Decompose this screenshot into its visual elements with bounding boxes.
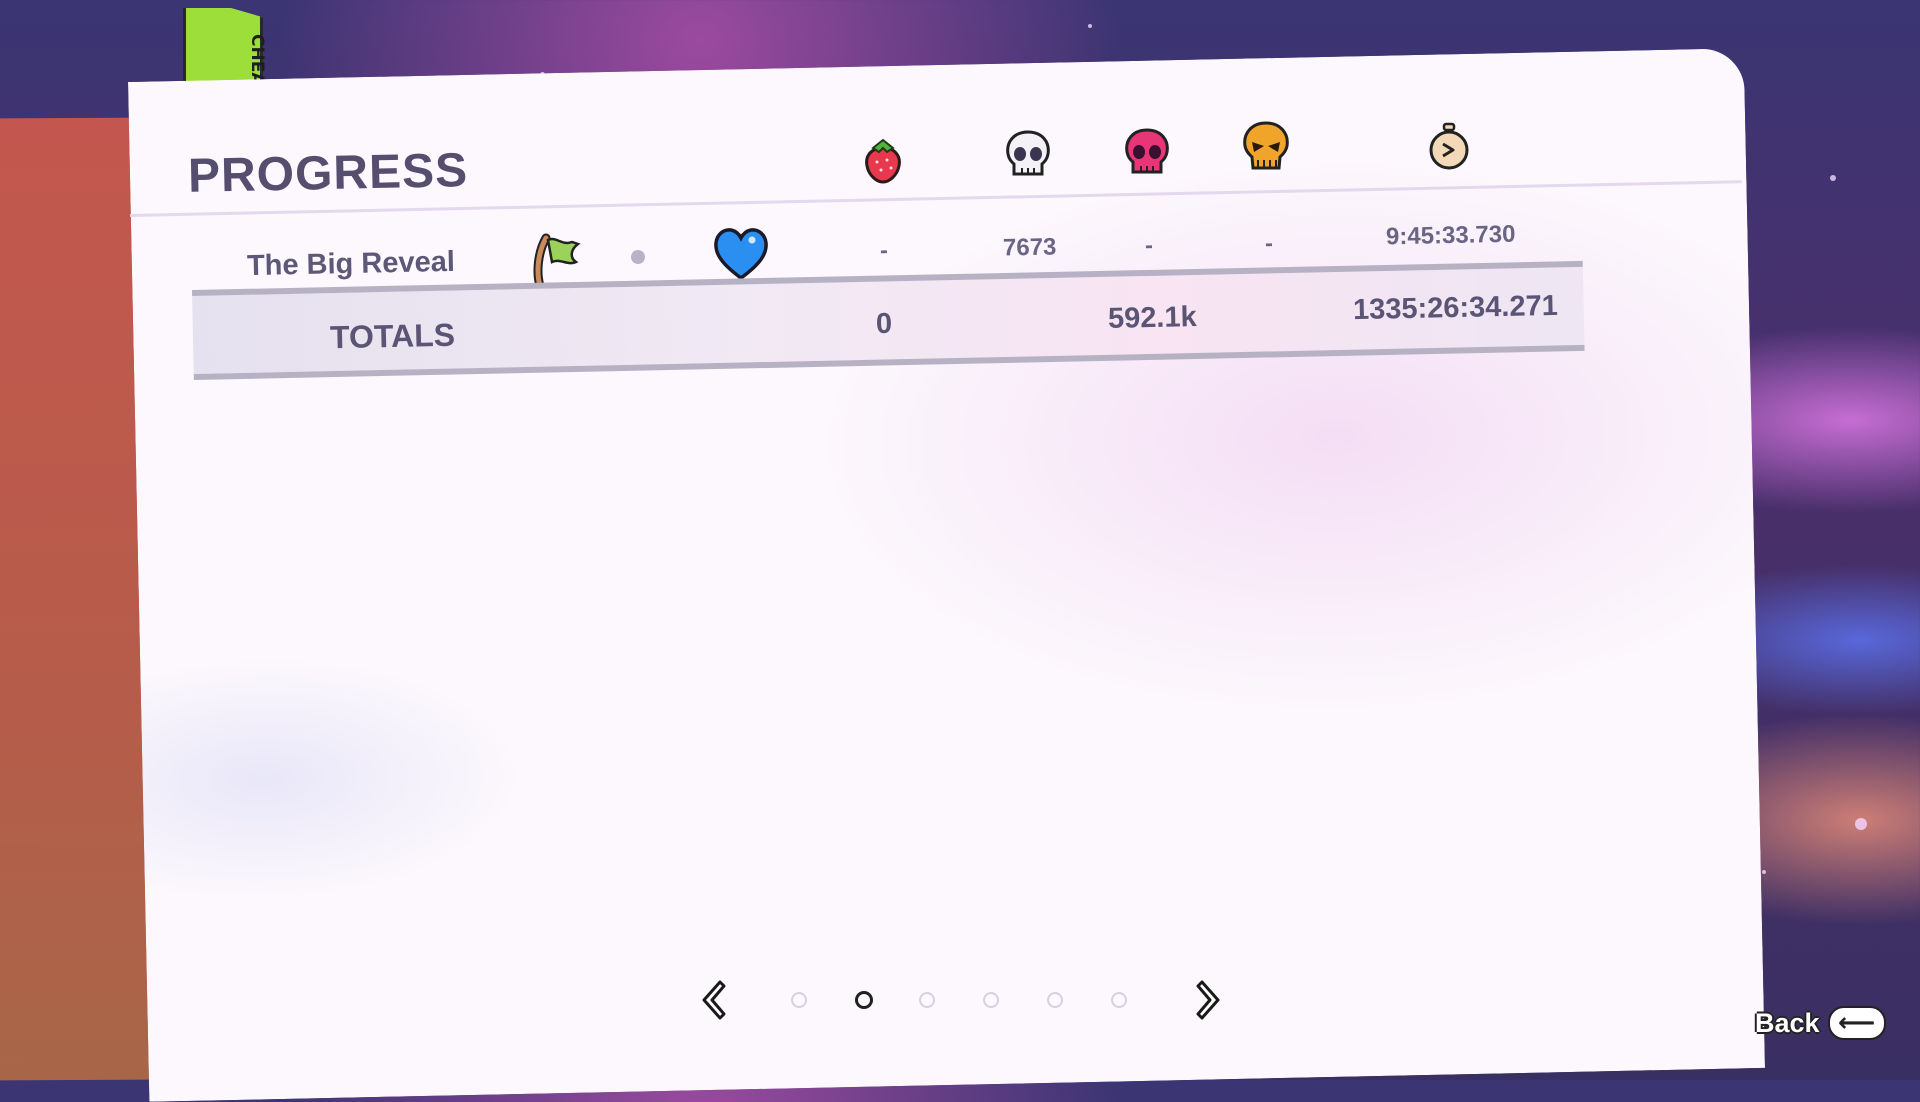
page-dot-1[interactable] (791, 992, 807, 1008)
page-dot-4[interactable] (983, 992, 999, 1008)
star (1830, 175, 1836, 181)
level-deaths-a: 7673 (1002, 233, 1057, 262)
level-deaths-c: - (1264, 229, 1274, 258)
skull-pink-icon (1125, 128, 1169, 174)
flag-icon (533, 233, 581, 288)
page-dot-3[interactable] (919, 992, 935, 1008)
collectible-dot-icon (631, 250, 645, 264)
skull-gold-icon (1243, 121, 1289, 170)
star (1855, 818, 1867, 830)
totals-label: TOTALS (329, 316, 456, 356)
stopwatch-icon (1429, 122, 1469, 170)
star (1762, 870, 1766, 874)
journal-page (128, 48, 1766, 1102)
level-time: 9:45:33.730 (1385, 220, 1516, 251)
back-button[interactable]: Back ⟵ (1755, 1006, 1886, 1040)
skull-white-icon (1006, 130, 1050, 176)
page-title: PROGRESS (187, 144, 469, 203)
prev-page-button[interactable] (700, 980, 740, 1020)
blue-heart-icon (714, 228, 768, 281)
totals-time: 1335:26:34.271 (1352, 289, 1559, 327)
totals-strawberries: 0 (875, 307, 893, 341)
level-strawberries: - (879, 236, 889, 265)
page-dot-5[interactable] (1047, 992, 1063, 1008)
level-name: The Big Reveal (246, 245, 456, 283)
star (1088, 24, 1092, 28)
page-dot-2[interactable] (855, 991, 873, 1009)
page-dot-6[interactable] (1111, 992, 1127, 1008)
totals-deaths: 592.1k (1107, 301, 1198, 335)
left-page-edge (0, 117, 150, 1081)
level-deaths-b: - (1144, 231, 1154, 260)
strawberry-icon (865, 138, 901, 184)
back-label: Back (1755, 1007, 1820, 1038)
next-page-button[interactable] (1182, 980, 1222, 1020)
back-key-icon: ⟵ (1827, 1006, 1886, 1040)
